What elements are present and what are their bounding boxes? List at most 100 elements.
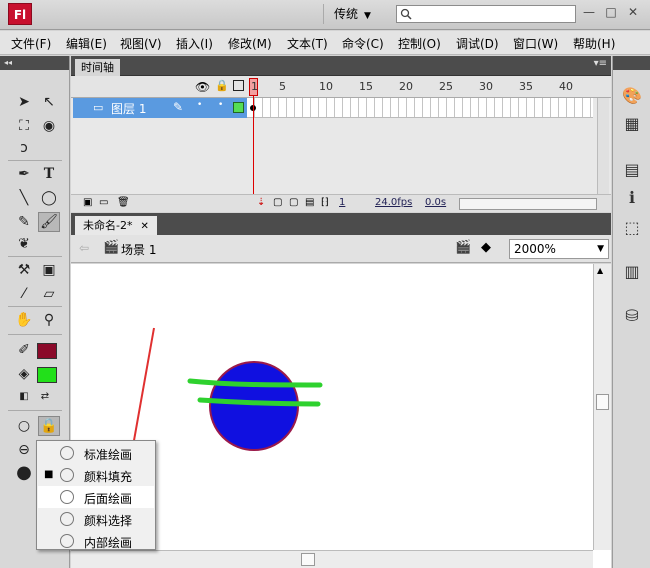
layer-row[interactable]: ▭ 图层 1 ✎ • • (73, 98, 247, 118)
edit-symbols-icon[interactable]: ◆ (481, 240, 491, 255)
object-drawing-icon[interactable]: ○ (13, 416, 35, 436)
panel-collapse-icon[interactable] (613, 56, 650, 70)
close-button[interactable]: ✕ (622, 5, 644, 19)
zoom-select[interactable]: 2000% ▼ (509, 239, 609, 259)
menu-commands[interactable]: 命令(C) (342, 35, 384, 52)
search-input[interactable] (396, 5, 576, 23)
visibility-dot[interactable]: • (197, 100, 202, 110)
eyedropper-tool-icon[interactable]: ⁄ (13, 284, 35, 304)
brush-tool-icon[interactable]: 🖌 (38, 212, 60, 232)
swatches-panel-icon[interactable]: ▦ (621, 114, 643, 134)
menu-text[interactable]: 文本(T) (287, 35, 328, 52)
frame-ruler[interactable]: 👁 🔒 1 5 10 15 20 25 30 35 40 (71, 76, 611, 98)
selection-tool-icon[interactable]: ➤ (13, 92, 35, 112)
new-folder-icon[interactable]: ▭ (99, 197, 108, 208)
stage-hscrollbar[interactable] (71, 550, 593, 568)
elapsed-time[interactable]: 0.0s (425, 197, 446, 208)
menu-insert[interactable]: 插入(I) (176, 35, 213, 52)
eye-icon[interactable]: 👁 (195, 80, 210, 94)
modify-markers-icon[interactable]: ⁅⁆ (321, 197, 329, 208)
scene-label: 场景 1 (121, 243, 157, 257)
lock-icon[interactable]: 🔒 (215, 79, 229, 92)
components-panel-icon[interactable]: ⛁ (621, 306, 643, 326)
workspace-switcher[interactable]: 传统 ▼ (323, 4, 381, 24)
frame-rate[interactable]: 24.0fps (375, 197, 412, 208)
edit-multiple-frames-icon[interactable]: ▤ (305, 197, 314, 208)
scroll-thumb[interactable] (301, 553, 315, 566)
subselection-tool-icon[interactable]: ↖ (38, 92, 60, 112)
library-panel-icon[interactable]: ▥ (621, 262, 643, 282)
pen-tool-icon[interactable]: ✒ (13, 164, 35, 184)
menu-item-paint-selection[interactable]: 颜料选择 (38, 508, 154, 530)
transform-panel-icon[interactable]: ⬚ (621, 218, 643, 238)
menu-modify[interactable]: 修改(M) (228, 35, 272, 52)
lock-fill-icon[interactable]: 🔒 (38, 416, 60, 436)
fill-color-swatch[interactable] (37, 367, 57, 383)
center-frame-icon[interactable]: ⇣ (257, 197, 265, 208)
onion-outlines-icon[interactable]: ▢ (289, 197, 298, 208)
back-arrow-icon[interactable]: ⇦ (79, 241, 89, 255)
lasso-tool-icon[interactable]: ↄ (13, 138, 35, 158)
black-white-icon[interactable]: ◧ (13, 386, 35, 406)
delete-layer-icon[interactable]: 🗑 (117, 197, 130, 208)
info-panel-icon[interactable]: ℹ (621, 188, 643, 208)
hand-tool-icon[interactable]: ✋ (13, 310, 35, 330)
minimize-button[interactable]: — (578, 5, 600, 19)
eraser-tool-icon[interactable]: ▱ (38, 284, 60, 304)
text-tool-icon[interactable]: T (38, 164, 60, 184)
edit-scene-icon[interactable]: 🎬 (455, 240, 471, 255)
panel-menu-icon[interactable]: ▾≡ (594, 58, 607, 69)
menu-control[interactable]: 控制(O) (398, 35, 441, 52)
3d-rotation-tool-icon[interactable]: ◉ (38, 116, 60, 136)
menu-item-label: 颜料填充 (84, 470, 133, 484)
tab-document[interactable]: 未命名-2* ✕ (75, 216, 157, 235)
free-transform-tool-icon[interactable]: ⛶ (13, 116, 35, 136)
layer-name[interactable]: 图层 1 (111, 100, 146, 117)
oval-tool-icon[interactable]: ◯ (38, 188, 60, 208)
tools-collapse-icon[interactable]: ◂◂ (0, 56, 69, 70)
green-stroke[interactable] (197, 397, 321, 407)
menu-item-label: 内部绘画 (84, 536, 133, 550)
scroll-up-icon[interactable]: ▲ (597, 266, 603, 275)
align-panel-icon[interactable]: ▤ (621, 160, 643, 180)
menu-item-paint-behind[interactable]: 后面绘画 (38, 486, 154, 508)
lock-dot[interactable]: • (218, 100, 223, 110)
swap-colors-icon[interactable]: ⇄ (34, 386, 56, 406)
toolbar-divider (8, 306, 62, 307)
brush-size-icon[interactable]: ● (13, 462, 35, 483)
menu-item-paint-fills[interactable]: ■ 颜料填充 (38, 464, 154, 486)
deco-tool-icon[interactable]: ❦ (13, 234, 35, 254)
maximize-button[interactable]: □ (600, 5, 622, 19)
paint-bucket-tool-icon[interactable]: ▣ (38, 260, 60, 280)
bone-tool-icon[interactable]: ⚒ (13, 260, 35, 280)
brush-mode-icon[interactable]: ⊖ (13, 440, 35, 460)
outline-color-box[interactable] (233, 102, 244, 113)
zoom-tool-icon[interactable]: ⚲ (38, 310, 60, 330)
tab-timeline[interactable]: 时间轴 (75, 59, 120, 76)
menu-debug[interactable]: 调试(D) (456, 35, 499, 52)
menu-item-paint-normal[interactable]: 标准绘画 (38, 442, 154, 464)
menu-edit[interactable]: 编辑(E) (66, 35, 107, 52)
menu-window[interactable]: 窗口(W) (513, 35, 558, 52)
outline-icon[interactable] (233, 80, 244, 91)
onion-skin-icon[interactable]: ▢ (273, 197, 282, 208)
menu-help[interactable]: 帮助(H) (573, 35, 615, 52)
frame-cells[interactable] (247, 98, 593, 118)
timeline-scrollbar[interactable] (597, 98, 609, 194)
new-layer-icon[interactable]: ▣ (83, 197, 92, 208)
paint-fills-icon (60, 468, 74, 482)
menu-file[interactable]: 文件(F) (11, 35, 51, 52)
menu-bar: 文件(F) 编辑(E) 视图(V) 插入(I) 修改(M) 文本(T) 命令(C… (0, 31, 650, 55)
stage-vscrollbar[interactable]: ▲ (593, 264, 611, 550)
stroke-color-swatch[interactable] (37, 343, 57, 359)
pencil-tool-icon[interactable]: ✎ (13, 212, 35, 232)
scroll-thumb[interactable] (596, 394, 609, 410)
current-frame[interactable]: 1 (339, 197, 345, 208)
menu-item-label: 后面绘画 (84, 492, 133, 506)
timeline-hscrollbar[interactable] (459, 198, 597, 210)
line-tool-icon[interactable]: ╲ (13, 188, 35, 208)
menu-view[interactable]: 视图(V) (120, 35, 162, 52)
menu-item-paint-inside[interactable]: 内部绘画 (38, 530, 154, 552)
close-icon[interactable]: ✕ (140, 221, 148, 232)
color-panel-icon[interactable]: 🎨 (621, 86, 643, 106)
